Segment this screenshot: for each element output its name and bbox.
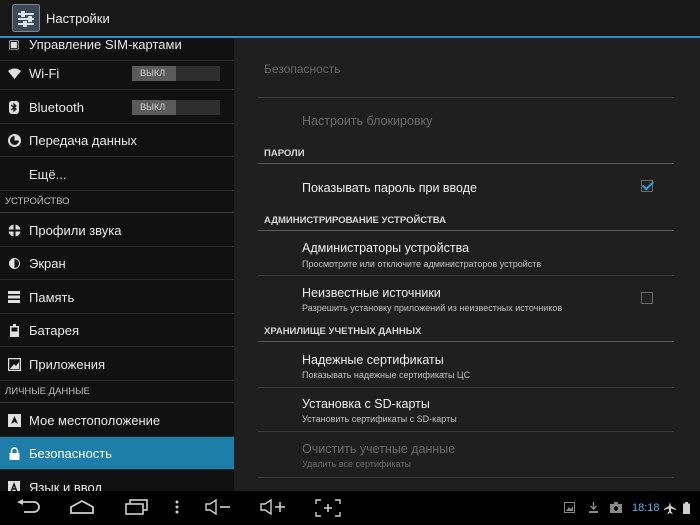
app-title: Настройки (46, 10, 110, 26)
settings-category-list: ▣ Управление SIM-картами Wi-Fi ВЫКЛ Blue… (0, 38, 234, 491)
status-clock: 18:18 (632, 502, 660, 514)
language-icon (7, 480, 21, 491)
show-password-item[interactable]: Показывать пароль при вводе (302, 181, 477, 195)
sidebar-item-wifi[interactable]: Wi-Fi ВЫКЛ (0, 57, 234, 90)
settings-sliders-icon[interactable] (12, 4, 40, 32)
sidebar-item-security[interactable]: Безопасность (0, 437, 234, 470)
device-admins-summary: Просмотрите или отключите администраторо… (302, 259, 542, 269)
section-header-credential-storage: ХРАНИЛИЩЕ УЧЕТНЫХ ДАННЫХ (264, 326, 422, 337)
wifi-icon (7, 66, 21, 80)
security-settings-pane: Безопасность Настроить блокировку ПАРОЛИ… (234, 38, 700, 491)
sidebar-item-display[interactable]: Экран (0, 247, 234, 280)
sidebar-item-sound[interactable]: Профили звука (0, 214, 234, 247)
clear-credentials-item[interactable]: Очистить учетные данные (302, 442, 455, 456)
trusted-certs-item[interactable]: Надежные сертификаты (302, 353, 444, 367)
clear-credentials-summary: Удалить все сертификаты (302, 459, 411, 469)
page-title: Безопасность (264, 62, 341, 76)
data-usage-icon (7, 133, 21, 147)
divider (258, 97, 674, 98)
back-icon[interactable] (16, 499, 42, 519)
sidebar-item-storage[interactable]: Память (0, 281, 234, 314)
lock-setup-item[interactable]: Настроить блокировку (302, 114, 432, 128)
sidebar-item-battery[interactable]: Батарея (0, 314, 234, 347)
battery-icon (7, 323, 21, 337)
install-sd-summary: Установить сертификаты с SD-карты (302, 414, 457, 424)
gallery-notification-icon[interactable] (564, 502, 575, 516)
system-navigation-bar: 18:18 (0, 491, 700, 525)
camera-notification-icon[interactable] (610, 502, 622, 516)
install-sd-item[interactable]: Установка с SD-карты (302, 397, 430, 411)
unknown-sources-checkbox[interactable] (641, 292, 653, 304)
section-header-personal: ЛИЧНЫЕ ДАННЫЕ (0, 381, 234, 403)
volume-down-icon[interactable] (205, 498, 231, 519)
location-icon (7, 413, 21, 427)
trusted-certs-summary: Показывать надежные сертификаты ЦС (302, 370, 471, 380)
show-password-checkbox[interactable] (641, 180, 653, 192)
wifi-toggle[interactable]: ВЫКЛ (132, 65, 220, 81)
sidebar-item-data-usage[interactable]: Передача данных (0, 124, 234, 157)
section-header-device-admin: АДМИНИСТРИРОВАНИЕ УСТРОЙСТВА (264, 215, 446, 226)
storage-icon (7, 290, 21, 304)
sidebar-item-location[interactable]: Мое местоположение (0, 404, 234, 437)
action-bar: Настройки (0, 0, 700, 38)
home-icon[interactable] (69, 499, 95, 519)
section-header-device: УСТРОЙСТВО (0, 191, 234, 213)
bluetooth-icon (7, 100, 21, 114)
bluetooth-toggle[interactable]: ВЫКЛ (132, 99, 220, 115)
sidebar-item-bluetooth[interactable]: Bluetooth ВЫКЛ (0, 91, 234, 124)
battery-status-icon (683, 502, 690, 517)
recent-apps-icon[interactable] (125, 499, 149, 519)
sound-icon (7, 223, 21, 237)
lock-icon (7, 446, 21, 460)
menu-icon[interactable] (175, 499, 179, 519)
volume-up-icon[interactable] (260, 498, 286, 519)
sidebar-item-apps[interactable]: Приложения (0, 348, 234, 381)
unknown-sources-summary: Разрешить установку приложений из неизве… (302, 303, 563, 313)
unknown-sources-item[interactable]: Неизвестные источники (302, 286, 441, 300)
apps-icon (7, 357, 21, 371)
screenshot-icon[interactable] (315, 499, 341, 521)
download-notification-icon[interactable] (588, 502, 599, 516)
sim-icon: ▣ (8, 38, 20, 51)
sidebar-item-language[interactable]: Язык и ввод (0, 471, 234, 491)
sidebar-item-more[interactable]: Ещё... (0, 158, 234, 191)
airplane-mode-icon (664, 502, 676, 517)
display-icon (7, 256, 21, 270)
section-header-passwords: ПАРОЛИ (264, 148, 305, 159)
device-admins-item[interactable]: Администраторы устройства (302, 241, 469, 255)
